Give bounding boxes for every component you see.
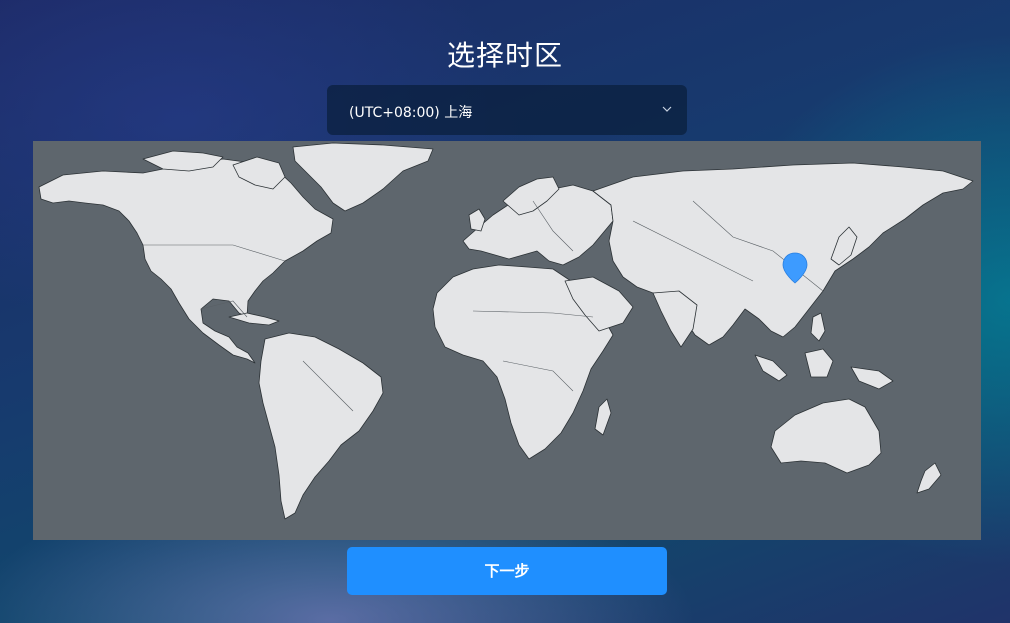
map-land-asia[interactable] — [592, 162, 974, 346]
map-land-philippines — [810, 312, 826, 342]
map-land-india — [652, 290, 698, 348]
map-land-greenland — [292, 142, 434, 212]
map-land-madagascar — [594, 398, 612, 436]
map-land-borneo — [804, 348, 834, 378]
world-map[interactable] — [33, 141, 981, 540]
map-land-south-america[interactable] — [258, 332, 384, 520]
map-land-new-zealand — [916, 462, 942, 494]
map-land-north-america[interactable] — [38, 158, 334, 364]
map-land-new-guinea — [850, 366, 894, 390]
next-button[interactable]: 下一步 — [347, 547, 667, 595]
timezone-select[interactable]: (UTC+08:00) 上海 — [327, 85, 687, 135]
timezone-selected-value: (UTC+08:00) 上海 — [349, 105, 473, 121]
map-land-sumatra — [754, 354, 788, 382]
map-land-australia[interactable] — [770, 398, 882, 474]
chevron-down-icon — [662, 106, 672, 112]
page-title: 选择时区 — [446, 39, 563, 72]
map-land-caribbean — [228, 312, 280, 326]
